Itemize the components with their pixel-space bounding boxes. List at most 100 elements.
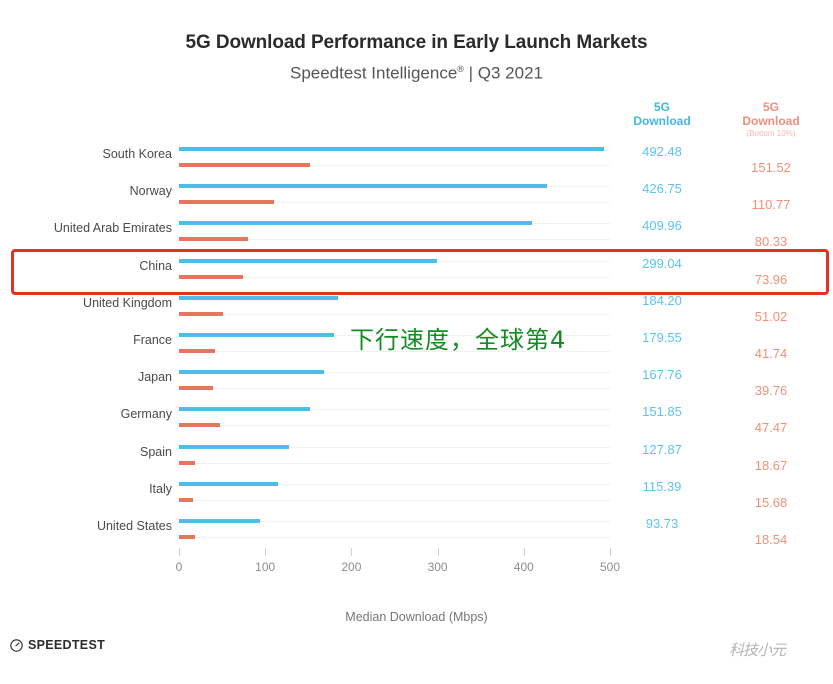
bar-5g-download-bottom10 xyxy=(179,423,220,428)
country-label: France xyxy=(133,333,172,347)
bar-5g-download xyxy=(179,333,334,337)
bar-5g-download xyxy=(179,519,260,523)
value-5g-download: 184.20 xyxy=(642,292,682,308)
watermark-text: 科技小元 xyxy=(728,641,786,659)
bar-5g-download xyxy=(179,370,324,375)
bar-5g-download-bottom10 xyxy=(179,200,275,205)
table-row: Germany 151.85 47.47 xyxy=(0,398,833,436)
value-5g-download-bottom10: 110.77 xyxy=(751,197,791,213)
value-5g-download-bottom10: 18.67 xyxy=(754,457,788,473)
x-axis-tick-label: 400 xyxy=(513,560,534,574)
x-axis-tick xyxy=(437,548,439,556)
x-axis-tick-label: 300 xyxy=(427,560,448,574)
registered-mark: ® xyxy=(457,64,464,74)
country-label: Norway xyxy=(129,184,172,199)
column-header-red-line1: 5G xyxy=(762,100,779,114)
speedtest-brand: SPEEDTEST xyxy=(10,638,105,652)
bar-5g-download-bottom10 xyxy=(179,535,195,539)
country-label: Japan xyxy=(137,370,172,385)
bar-track-red xyxy=(179,425,610,427)
bar-5g-download-bottom10 xyxy=(179,237,249,242)
value-5g-download-bottom10: 39.76 xyxy=(754,383,788,399)
chart-page: 5G Download Performance in Early Launch … xyxy=(0,0,833,684)
bar-5g-download-bottom10 xyxy=(179,311,223,316)
value-5g-download-bottom10: 80.33 xyxy=(754,234,788,250)
bar-5g-download xyxy=(179,147,604,151)
bar-5g-download xyxy=(179,184,547,189)
x-axis-tick xyxy=(523,548,525,556)
value-5g-download-bottom10: 18.54 xyxy=(754,532,788,547)
country-label: China xyxy=(139,258,172,273)
speedometer-icon xyxy=(10,638,23,652)
x-axis-tick xyxy=(351,548,353,556)
value-5g-download-bottom10: 151.52 xyxy=(751,160,791,175)
column-header-5g-download: 5G Download xyxy=(612,100,712,128)
bar-5g-download-bottom10 xyxy=(179,163,310,167)
value-column-headers: 5G Download 5G Download (Bottom 10%) xyxy=(612,100,830,142)
table-row: United States 93.73 18.54 xyxy=(0,510,833,548)
value-5g-download: 299.04 xyxy=(642,255,682,271)
value-5g-download: 179.55 xyxy=(642,330,682,345)
x-axis-tick-label: 0 xyxy=(175,560,183,574)
bar-5g-download-bottom10 xyxy=(179,386,214,391)
bar-5g-download-bottom10 xyxy=(179,460,196,465)
column-header-blue-line1: 5G xyxy=(653,100,670,114)
value-5g-download: 151.85 xyxy=(642,404,682,420)
value-5g-download-bottom10: 41.74 xyxy=(754,346,788,361)
x-axis-tick xyxy=(265,548,267,556)
bar-track-red xyxy=(179,499,610,501)
value-5g-download: 426.75 xyxy=(642,181,682,197)
value-5g-download: 167.76 xyxy=(642,367,682,383)
x-axis-tick xyxy=(610,548,611,556)
value-5g-download: 127.87 xyxy=(642,441,682,457)
country-label: United Arab Emirates xyxy=(53,221,172,236)
bar-5g-download xyxy=(179,407,310,412)
bar-5g-download-bottom10 xyxy=(179,497,193,502)
column-header-blue-line2: Download xyxy=(633,114,691,128)
chart-subtitle-tail: | Q3 2021 xyxy=(463,63,544,83)
bar-track-red xyxy=(179,313,610,315)
annotation-text: 下行速度，全球第4 xyxy=(350,326,567,354)
speedtest-brand-text: SPEEDTEST xyxy=(28,638,106,652)
footer: SPEEDTEST 科技小元 xyxy=(0,638,833,662)
bar-track-red xyxy=(179,276,610,278)
chart-subtitle-main: Speedtest Intelligence xyxy=(289,63,458,83)
x-axis: 0 100 200 300 400 500 xyxy=(0,548,833,588)
column-header-5g-download-bottom10: 5G Download (Bottom 10%) xyxy=(718,100,824,139)
value-5g-download: 492.48 xyxy=(642,144,682,159)
bar-5g-download xyxy=(179,295,338,300)
x-axis-title: Median Download (Mbps) xyxy=(345,610,488,624)
bar-track-red xyxy=(179,388,610,390)
country-label: Spain xyxy=(140,444,172,459)
bar-5g-download xyxy=(179,221,533,226)
value-5g-download-bottom10: 73.96 xyxy=(754,271,788,287)
table-row: Italy 115.39 15.68 xyxy=(0,473,833,511)
x-axis-tick-label: 500 xyxy=(599,560,621,574)
table-row: Spain 127.87 18.67 xyxy=(0,436,833,474)
country-label: Italy xyxy=(149,481,172,496)
table-row: United Arab Emirates 409.96 80.33 xyxy=(0,212,833,250)
value-5g-download-bottom10: 47.47 xyxy=(754,420,788,436)
table-row: Norway 426.75 110.77 xyxy=(0,175,833,213)
country-label: Germany xyxy=(120,407,172,422)
country-label: South Korea xyxy=(102,147,173,161)
chart-subtitle: Speedtest Intelligence® | Q3 2021 xyxy=(0,57,833,86)
x-axis-tick-label: 100 xyxy=(255,560,276,574)
value-5g-download-bottom10: 51.02 xyxy=(754,308,788,324)
bar-5g-download xyxy=(179,481,279,486)
bar-5g-download-bottom10 xyxy=(179,349,215,353)
bar-track-red xyxy=(179,537,610,538)
x-axis-tick xyxy=(179,548,180,556)
value-5g-download-bottom10: 15.68 xyxy=(754,494,788,510)
table-row: China 299.04 73.96 xyxy=(0,250,833,288)
table-row: Japan 167.76 39.76 xyxy=(0,361,833,399)
chart-title: 5G Download Performance in Early Launch … xyxy=(185,32,648,53)
x-axis-tick-label: 200 xyxy=(341,560,362,574)
table-row: South Korea 492.48 151.52 xyxy=(0,138,833,176)
title-block: 5G Download Performance in Early Launch … xyxy=(0,30,833,86)
country-label: United States xyxy=(96,519,172,533)
bar-5g-download xyxy=(179,444,290,449)
bar-5g-download xyxy=(179,258,437,263)
country-label: United Kingdom xyxy=(83,295,172,310)
value-5g-download: 93.73 xyxy=(645,516,679,531)
